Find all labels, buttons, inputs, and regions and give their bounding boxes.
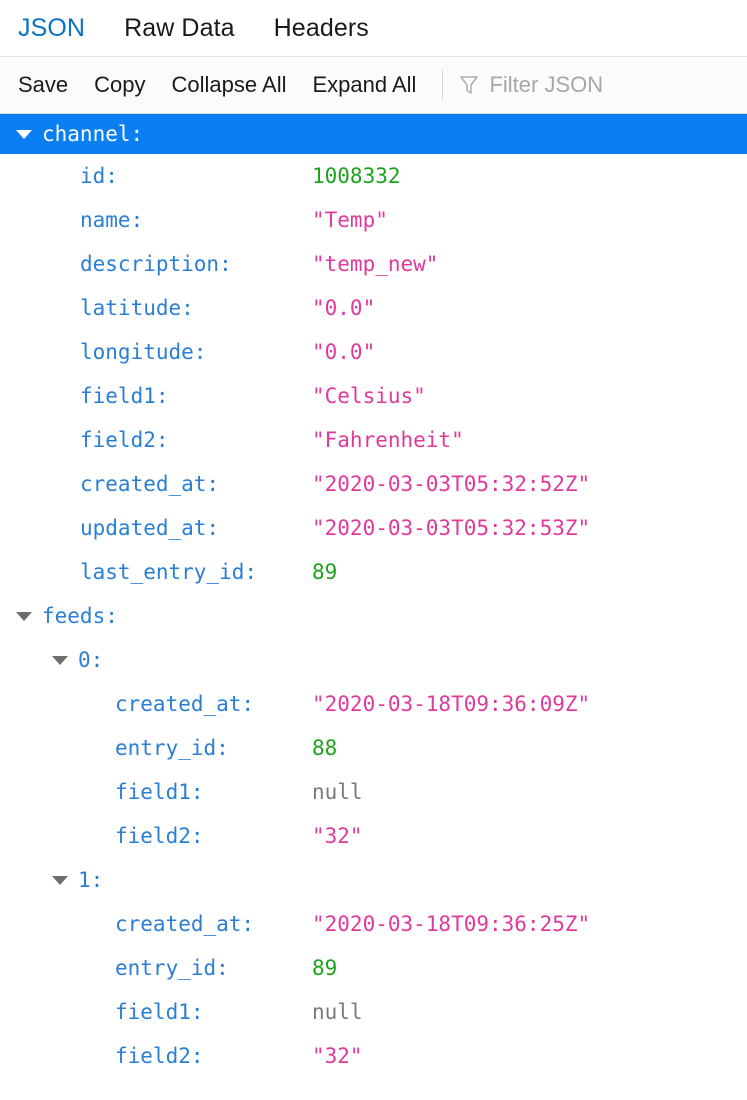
json-property-row[interactable]: created_at: "2020-03-18T09:36:09Z" <box>0 682 747 726</box>
json-value: "0.0" <box>312 296 376 320</box>
chevron-down-icon[interactable] <box>16 130 32 139</box>
json-key: longitude: <box>80 340 207 364</box>
json-key: field1: <box>115 780 204 804</box>
json-value: null <box>312 1000 363 1024</box>
json-value: 89 <box>312 956 338 980</box>
json-value: 88 <box>312 736 338 760</box>
json-property-row[interactable]: name: "Temp" <box>0 198 747 242</box>
json-property-row[interactable]: description: "temp_new" <box>0 242 747 286</box>
toolbar-divider <box>442 70 444 100</box>
json-key: last_entry_id: <box>80 560 258 584</box>
json-key: feeds: <box>42 604 118 628</box>
json-key: updated_at: <box>80 516 220 540</box>
json-property-row[interactable]: field1: null <box>0 990 747 1034</box>
json-property-row[interactable]: field1: null <box>0 770 747 814</box>
json-value: "32" <box>312 824 363 848</box>
chevron-down-icon[interactable] <box>52 876 68 885</box>
json-key: 1: <box>78 868 104 892</box>
json-value: "32" <box>312 1044 363 1068</box>
json-key: field1: <box>80 384 169 408</box>
json-property-row[interactable]: created_at: "2020-03-18T09:36:25Z" <box>0 902 747 946</box>
json-key: latitude: <box>80 296 194 320</box>
save-button[interactable]: Save <box>18 72 68 98</box>
json-toolbar: Save Copy Collapse All Expand All <box>0 57 747 114</box>
json-value: "Fahrenheit" <box>312 428 464 452</box>
json-property-row[interactable]: field2: "Fahrenheit" <box>0 418 747 462</box>
json-value: "0.0" <box>312 340 376 364</box>
search-input[interactable] <box>489 72 730 98</box>
json-value: "2020-03-18T09:36:09Z" <box>312 692 591 716</box>
json-key: field1: <box>115 1000 204 1024</box>
tab-raw-data[interactable]: Raw Data <box>124 14 235 43</box>
json-key: field2: <box>115 1044 204 1068</box>
json-property-row[interactable]: id: 1008332 <box>0 154 747 198</box>
json-key: channel: <box>42 122 144 146</box>
json-property-row[interactable]: field2: "32" <box>0 814 747 858</box>
filter-json-field[interactable] <box>459 72 730 98</box>
json-key: field2: <box>115 824 204 848</box>
json-tree-panel: channel: id: 1008332 name: "Temp" description… <box>0 114 747 1078</box>
tab-json[interactable]: JSON <box>18 14 85 43</box>
tab-headers[interactable]: Headers <box>274 14 369 43</box>
funnel-icon <box>459 74 479 96</box>
json-value: "2020-03-18T09:36:25Z" <box>312 912 591 936</box>
json-key: name: <box>80 208 144 232</box>
json-value: "Temp" <box>312 208 388 232</box>
json-value: null <box>312 780 363 804</box>
chevron-down-icon[interactable] <box>52 656 68 665</box>
json-property-row[interactable]: longitude: "0.0" <box>0 330 747 374</box>
json-value: 1008332 <box>312 164 401 188</box>
json-value: "Celsius" <box>312 384 426 408</box>
collapse-all-button[interactable]: Collapse All <box>172 72 287 98</box>
json-property-row[interactable]: last_entry_id: 89 <box>0 550 747 594</box>
json-property-row[interactable]: field2: "32" <box>0 1034 747 1078</box>
viewer-tab-bar: JSON Raw Data Headers <box>0 0 747 57</box>
json-property-row[interactable]: entry_id: 89 <box>0 946 747 990</box>
json-value: "2020-03-03T05:32:52Z" <box>312 472 591 496</box>
copy-button[interactable]: Copy <box>94 72 145 98</box>
json-key: 0: <box>78 648 104 672</box>
json-tree-node[interactable]: 0: <box>0 638 747 682</box>
json-key: description: <box>80 252 232 276</box>
json-tree-node[interactable]: channel: <box>0 114 747 154</box>
json-key: created_at: <box>115 912 255 936</box>
expand-all-button[interactable]: Expand All <box>312 72 416 98</box>
json-key: id: <box>80 164 118 188</box>
json-key: entry_id: <box>115 736 229 760</box>
json-value: "temp_new" <box>312 252 439 276</box>
json-key: entry_id: <box>115 956 229 980</box>
json-key: created_at: <box>80 472 220 496</box>
json-property-row[interactable]: entry_id: 88 <box>0 726 747 770</box>
json-value: 89 <box>312 560 338 584</box>
json-tree-node[interactable]: feeds: <box>0 594 747 638</box>
json-property-row[interactable]: field1: "Celsius" <box>0 374 747 418</box>
json-property-row[interactable]: updated_at: "2020-03-03T05:32:53Z" <box>0 506 747 550</box>
json-key: field2: <box>80 428 169 452</box>
json-tree-node[interactable]: 1: <box>0 858 747 902</box>
json-property-row[interactable]: latitude: "0.0" <box>0 286 747 330</box>
chevron-down-icon[interactable] <box>16 612 32 621</box>
json-property-row[interactable]: created_at: "2020-03-03T05:32:52Z" <box>0 462 747 506</box>
json-key: created_at: <box>115 692 255 716</box>
json-value: "2020-03-03T05:32:53Z" <box>312 516 591 540</box>
